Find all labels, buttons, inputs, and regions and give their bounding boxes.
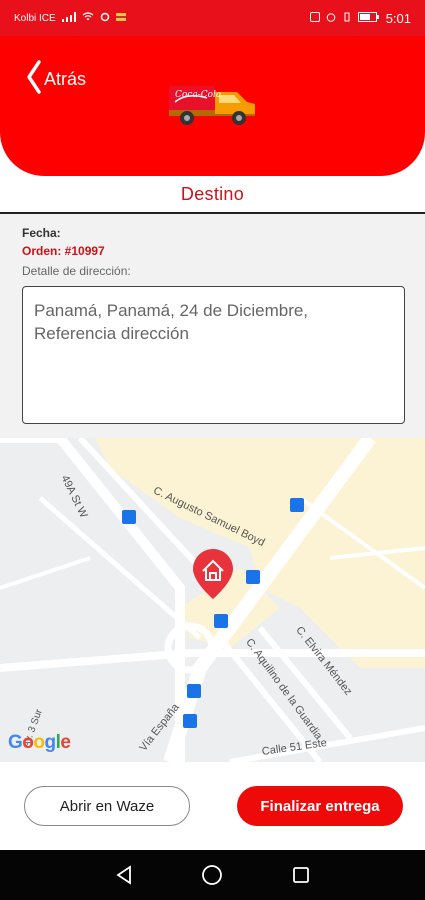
clock-time: 5:01 bbox=[385, 10, 411, 26]
signal-icon bbox=[61, 11, 76, 25]
status-bar: Kolbi ICE 5:01 bbox=[0, 0, 425, 36]
order-number: Orden: #10997 bbox=[22, 244, 105, 258]
vibrate-icon bbox=[342, 12, 352, 25]
flag-icon bbox=[115, 12, 126, 24]
finish-delivery-button[interactable]: Finalizar entrega bbox=[237, 786, 403, 826]
settings-icon bbox=[100, 12, 110, 25]
battery-icon bbox=[357, 11, 380, 25]
wifi-icon bbox=[82, 11, 94, 25]
status-right: 5:01 bbox=[309, 10, 411, 26]
open-waze-button[interactable]: Abrir en Waze bbox=[24, 786, 190, 826]
address-textarea[interactable]: Panamá, Panamá, 24 de Diciembre, Referen… bbox=[22, 286, 405, 424]
destination-title: Destino bbox=[180, 184, 245, 204]
system-nav-bar bbox=[0, 850, 425, 900]
status-left: Kolbi ICE bbox=[14, 11, 126, 25]
header: Atrás Coca-Cola bbox=[0, 36, 425, 176]
date-label: Fecha: bbox=[22, 226, 61, 240]
chevron-left-icon bbox=[26, 60, 44, 99]
alarm-icon bbox=[326, 12, 336, 25]
back-label: Atrás bbox=[44, 69, 87, 89]
nav-back-icon[interactable] bbox=[112, 863, 136, 887]
nfc-icon bbox=[309, 11, 320, 25]
map-view[interactable]: 49A St W C. Augusto Samuel Boyd C. Elvir… bbox=[0, 438, 425, 762]
nav-home-icon[interactable] bbox=[200, 863, 224, 887]
nav-recents-icon[interactable] bbox=[289, 863, 313, 887]
delivery-truck-icon: Coca-Cola bbox=[167, 76, 259, 137]
google-logo: Google bbox=[8, 732, 71, 753]
truck-brand-logo: Coca-Cola bbox=[175, 90, 222, 100]
address-detail-label: Detalle de dirección: bbox=[22, 264, 131, 278]
back-button[interactable]: Atrás bbox=[26, 60, 86, 99]
carrier-label: Kolbi ICE bbox=[14, 12, 56, 24]
order-details: Fecha: Orden: #10997 Detalle de direcció… bbox=[0, 214, 425, 438]
